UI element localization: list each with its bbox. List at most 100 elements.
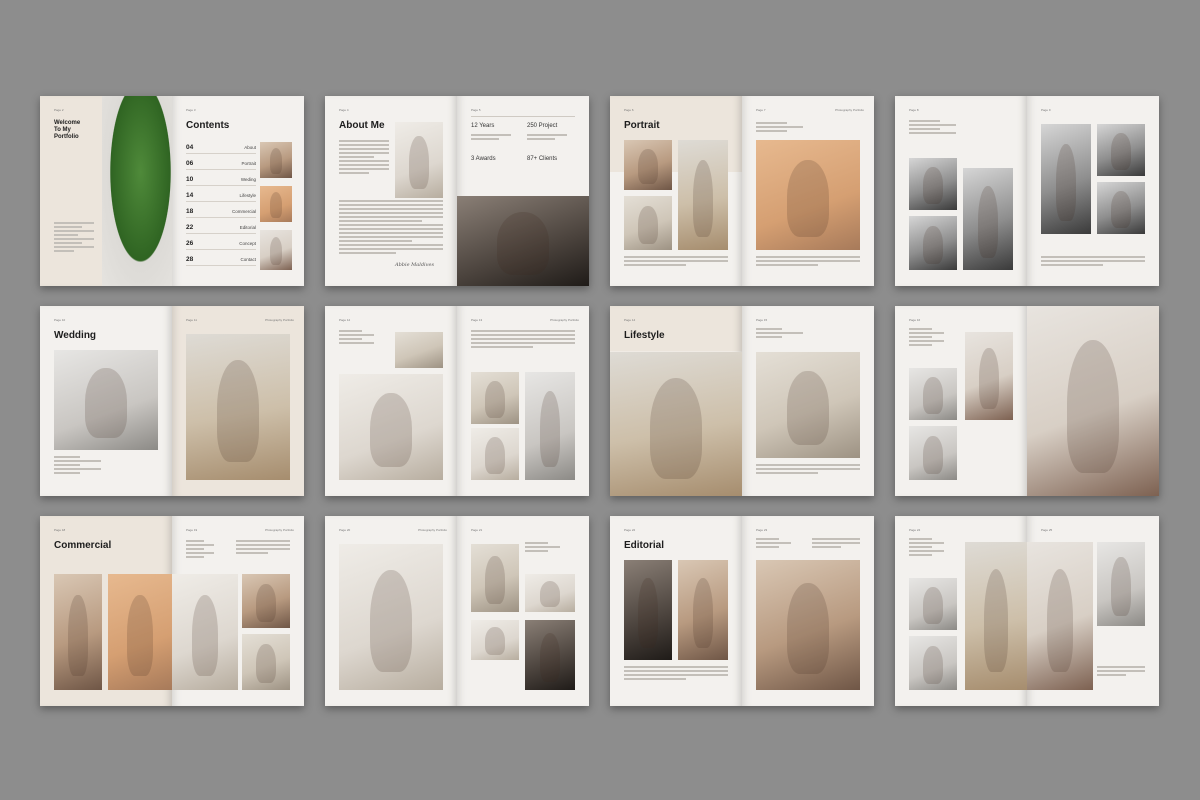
page-number: Page 3 bbox=[186, 108, 196, 112]
spread-wedding: Page 10 Wedding Page 11 Photography Port… bbox=[40, 306, 304, 496]
page-number: Page 9 bbox=[1041, 108, 1051, 112]
page-editorial-right: Page 23 bbox=[742, 516, 874, 706]
photo-lifestyle-chair bbox=[610, 352, 742, 496]
photo-camera-desk bbox=[457, 196, 589, 286]
page-number: Page 10 bbox=[54, 318, 66, 322]
stat-awards: 3 Awards bbox=[471, 156, 496, 162]
page-lifestyle-right: Page 15 bbox=[742, 306, 874, 496]
spread-welcome-contents: Page 2 Welcome To My Portfolio Page 3 Co… bbox=[40, 96, 304, 286]
running-header: Photography Portfolio bbox=[550, 318, 579, 322]
portrait-title: Portrait bbox=[624, 120, 660, 131]
toc-number: 06 bbox=[186, 160, 194, 167]
toc-row[interactable]: 06 Portrait bbox=[186, 158, 256, 170]
contents-title: Contents bbox=[186, 120, 230, 131]
page-about: Page 4 About Me Abbie Maldives bbox=[325, 96, 457, 286]
project-info bbox=[186, 540, 226, 560]
photo-model bbox=[525, 574, 575, 612]
page-portrait-right: Page 7 Photography Portfolio bbox=[742, 96, 874, 286]
page-bw-left: Page 8 bbox=[895, 96, 1027, 286]
page-number: Page 4 bbox=[339, 108, 349, 112]
page-number: Page 5 bbox=[471, 108, 481, 112]
photo-bride-back bbox=[186, 334, 290, 480]
spread-bw-portraits: Page 8 Page 9 bbox=[895, 96, 1159, 286]
wedding-title: Wedding bbox=[54, 330, 97, 341]
page-commercial-details-right: Page 21 bbox=[457, 516, 589, 706]
page-bw-right: Page 9 bbox=[1027, 96, 1159, 286]
page-about-stats: Page 5 12 Years 250 Project 3 Awards 87+… bbox=[457, 96, 589, 286]
photo-woman-coat bbox=[1027, 306, 1159, 496]
toc-label: Lifestyle bbox=[239, 193, 256, 198]
about-title: About Me bbox=[339, 120, 385, 131]
toc-row[interactable]: 10 Weding bbox=[186, 174, 256, 186]
project-info bbox=[756, 328, 860, 340]
page-number: Page 24 bbox=[909, 528, 921, 532]
photo-earring bbox=[54, 574, 102, 690]
page-number: Page 23 bbox=[756, 528, 768, 532]
photo-model-white bbox=[339, 544, 443, 690]
page-number: Page 12 bbox=[339, 318, 351, 322]
lifestyle-title: Lifestyle bbox=[624, 330, 665, 341]
photo-portrait bbox=[624, 140, 672, 190]
photo-bw bbox=[1097, 124, 1145, 176]
page-number: Page 15 bbox=[756, 318, 768, 322]
photo-lifestyle-hat bbox=[756, 352, 860, 458]
page-number: Page 18 bbox=[54, 528, 66, 532]
photo-thumb bbox=[260, 186, 292, 222]
caption-text bbox=[756, 464, 860, 476]
caption-text bbox=[812, 538, 860, 550]
page-number: Page 6 bbox=[624, 108, 634, 112]
spread-commercial: Page 18 Commercial Page 19 Photography P… bbox=[40, 516, 304, 706]
stat-text bbox=[527, 134, 567, 142]
photo-portrait-group bbox=[678, 140, 728, 250]
toc-number: 04 bbox=[186, 144, 194, 151]
page-commercial: Page 18 Commercial bbox=[40, 516, 172, 706]
toc-number: 18 bbox=[186, 208, 194, 215]
project-info bbox=[756, 122, 860, 134]
photo-jewelry-model bbox=[108, 574, 172, 690]
project-info bbox=[909, 120, 1013, 136]
page-wedding-details-left: Page 12 bbox=[325, 306, 457, 496]
stat-years: 12 Years bbox=[471, 123, 495, 129]
photo-bouquet bbox=[471, 372, 519, 424]
page-number: Page 2 bbox=[54, 108, 64, 112]
spread-wedding-details: Page 12 Page 13 Photography Portfolio bbox=[325, 306, 589, 496]
page-number: Page 21 bbox=[471, 528, 483, 532]
caption-text bbox=[624, 256, 728, 268]
caption-text bbox=[236, 540, 290, 556]
toc-row[interactable]: 22 Editorial bbox=[186, 222, 256, 234]
editorial-title: Editorial bbox=[624, 540, 665, 551]
toc-row[interactable]: 26 Concept bbox=[186, 238, 256, 250]
toc-number: 22 bbox=[186, 224, 194, 231]
toc-number: 28 bbox=[186, 256, 194, 263]
photo-bw bbox=[909, 158, 957, 210]
photo-bw bbox=[1097, 182, 1145, 234]
page-commercial-details-left: Page 20 Photography Portfolio bbox=[325, 516, 457, 706]
spread-about-me: Page 4 About Me Abbie Maldives Page 5 12… bbox=[325, 96, 589, 286]
toc-label: Portrait bbox=[241, 161, 256, 166]
running-header: Photography Portfolio bbox=[418, 528, 447, 532]
project-info bbox=[525, 542, 575, 554]
photo-fashion-seated bbox=[1097, 542, 1145, 626]
spread-editorial-fashion: Page 24 Page 25 bbox=[895, 516, 1159, 706]
signature: Abbie Maldives bbox=[395, 262, 435, 268]
photo-fashion-coat bbox=[965, 542, 1027, 690]
photo-fashion-coat bbox=[1027, 542, 1093, 690]
bio-text-block bbox=[339, 200, 443, 256]
toc-label: Weding bbox=[240, 177, 256, 182]
photo-profile bbox=[242, 574, 290, 628]
toc-row[interactable]: 28 Contact bbox=[186, 254, 256, 266]
toc-row[interactable]: 04 About bbox=[186, 142, 256, 154]
toc-row[interactable]: 18 Commercial bbox=[186, 206, 256, 218]
spread-portrait: Page 6 Portrait Page 7 Photography Portf… bbox=[610, 96, 874, 286]
project-info bbox=[756, 538, 806, 550]
page-lifestyle-fashion-left: Page 16 bbox=[895, 306, 1027, 496]
page-number: Page 13 bbox=[471, 318, 483, 322]
page-number: Page 25 bbox=[1041, 528, 1053, 532]
toc-row[interactable]: 14 Lifestyle bbox=[186, 190, 256, 202]
page-number: Page 16 bbox=[909, 318, 921, 322]
photo-photographer bbox=[395, 122, 443, 198]
page-editorial-fashion-left: Page 24 bbox=[895, 516, 1027, 706]
running-header: Photography Portfolio bbox=[835, 108, 864, 112]
stat-projects: 250 Project bbox=[527, 123, 558, 129]
spread-commercial-details: Page 20 Photography Portfolio Page 21 bbox=[325, 516, 589, 706]
